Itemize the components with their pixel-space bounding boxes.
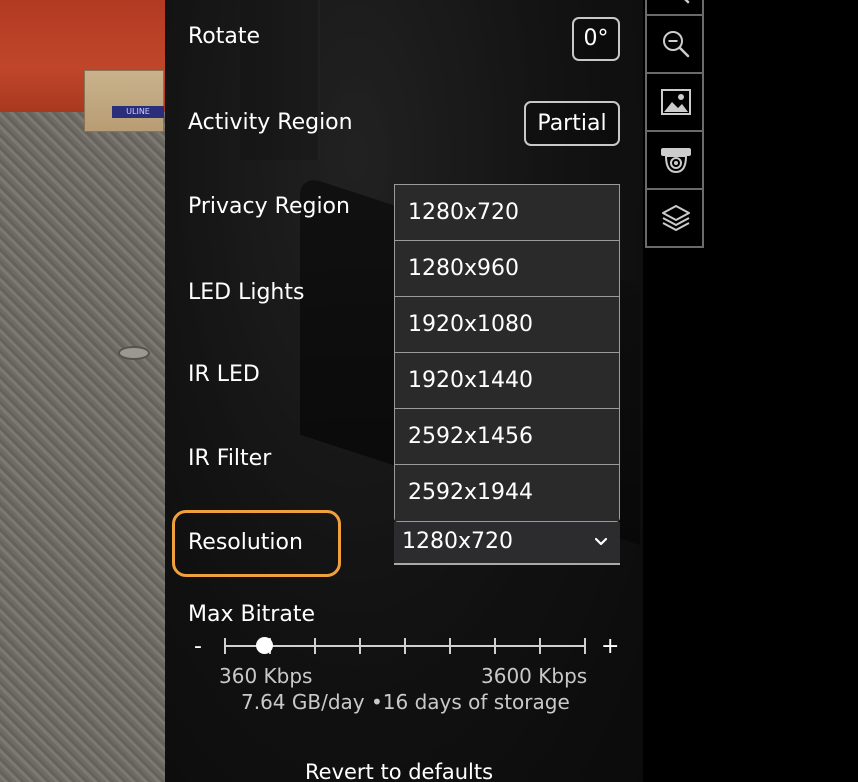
zoom-out-icon — [663, 31, 690, 58]
resolution-dropdown-list: 1280x720 1280x960 1920x1080 1920x1440 25… — [394, 184, 620, 522]
slider-tick — [539, 638, 541, 654]
max-bitrate-label: Max Bitrate — [188, 602, 315, 627]
feed-box-label: ULINE — [112, 106, 164, 118]
snapshot-button[interactable] — [645, 74, 704, 132]
slider-tick — [404, 638, 406, 654]
chevron-down-icon — [595, 537, 607, 546]
revert-to-defaults-button[interactable]: Revert to defaults — [305, 760, 493, 782]
slider-tick — [449, 638, 451, 654]
storage-estimate: 7.64 GB/day •16 days of storage — [241, 690, 570, 714]
resolution-select[interactable]: 1280x720 — [394, 522, 620, 565]
view-toolbar — [645, 0, 704, 250]
resolution-option-1280x720[interactable]: 1280x720 — [395, 185, 619, 241]
camera-icon — [661, 148, 691, 174]
camera-button[interactable] — [645, 132, 704, 190]
activity-region-label: Activity Region — [188, 110, 353, 135]
zoom-out-button[interactable] — [645, 16, 704, 74]
bitrate-minus[interactable]: - — [194, 634, 202, 659]
resolution-option-1920x1080[interactable]: 1920x1080 — [395, 297, 619, 353]
slider-tick — [224, 638, 226, 654]
slider-tick — [494, 638, 496, 654]
slider-tick — [584, 638, 586, 654]
bitrate-min-label: 360 Kbps — [219, 664, 313, 688]
resolution-selected-value: 1280x720 — [402, 529, 513, 554]
resolution-option-2592x1456[interactable]: 2592x1456 — [395, 409, 619, 465]
resolution-option-1280x960[interactable]: 1280x960 — [395, 241, 619, 297]
layers-button[interactable] — [645, 190, 704, 248]
slider-tick — [359, 638, 361, 654]
bitrate-plus[interactable]: + — [601, 634, 619, 659]
zoom-in-icon — [684, 0, 690, 4]
rotate-button[interactable]: 0° — [572, 17, 620, 61]
privacy-region-label: Privacy Region — [188, 194, 350, 219]
zoom-in-button[interactable] — [645, 0, 704, 16]
feed-floor-outlet — [118, 346, 150, 360]
layers-icon — [662, 205, 690, 231]
resolution-option-1920x1440[interactable]: 1920x1440 — [395, 353, 619, 409]
feed-cardboard-box — [84, 70, 164, 132]
bitrate-max-label: 3600 Kbps — [481, 664, 588, 688]
led-lights-label: LED Lights — [188, 280, 305, 305]
resolution-option-2592x1944[interactable]: 2592x1944 — [395, 465, 619, 521]
resolution-label: Resolution — [188, 530, 303, 555]
image-icon — [661, 89, 691, 115]
slider-tick — [314, 638, 316, 654]
ir-led-label: IR LED — [188, 362, 260, 387]
activity-region-button[interactable]: Partial — [524, 101, 620, 146]
rotate-label: Rotate — [188, 24, 261, 49]
ir-filter-label: IR Filter — [188, 446, 272, 471]
